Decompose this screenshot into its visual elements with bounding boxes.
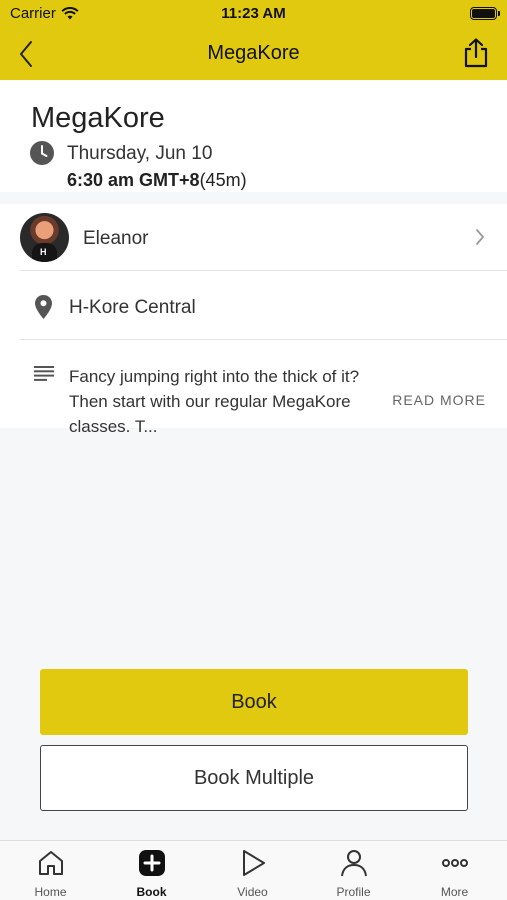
class-date: Thursday, Jun 10 bbox=[67, 143, 213, 164]
tab-bar: Home Book Video Profile More bbox=[0, 840, 507, 900]
person-icon bbox=[340, 850, 367, 877]
tab-label: Video bbox=[237, 885, 268, 899]
navigation-bar: MegaKore bbox=[0, 28, 507, 80]
tab-home[interactable]: Home bbox=[0, 841, 101, 900]
nav-title: MegaKore bbox=[207, 42, 300, 64]
description-icon bbox=[34, 366, 54, 381]
tab-label: Home bbox=[34, 885, 67, 899]
class-description: Fancy jumping right into the thick of it… bbox=[69, 367, 360, 436]
class-start-time: 6:30 am GMT+8 bbox=[67, 170, 200, 190]
tab-profile[interactable]: Profile bbox=[303, 841, 404, 900]
class-duration: (45m) bbox=[199, 170, 247, 190]
class-header: MegaKore Thursday, Jun 10 6:30 am GMT+8(… bbox=[0, 80, 507, 192]
share-button[interactable] bbox=[457, 34, 495, 72]
location-name: H-Kore Central bbox=[69, 297, 196, 318]
chevron-right-icon bbox=[476, 229, 485, 245]
book-button[interactable]: Book bbox=[40, 669, 468, 735]
status-bar: Carrier 11:23 AM bbox=[0, 0, 507, 28]
instructor-row[interactable]: H Eleanor bbox=[0, 204, 507, 270]
book-multiple-button[interactable]: Book Multiple bbox=[40, 745, 468, 811]
play-icon bbox=[242, 850, 265, 876]
share-icon bbox=[464, 38, 488, 68]
class-time: 6:30 am GMT+8(45m) bbox=[67, 170, 247, 191]
tab-label: More bbox=[440, 885, 469, 899]
plus-square-icon bbox=[138, 850, 165, 876]
tab-more[interactable]: More bbox=[404, 841, 505, 900]
tab-label: Book bbox=[136, 885, 167, 899]
avatar: H bbox=[20, 213, 69, 262]
tab-video[interactable]: Video bbox=[202, 841, 303, 900]
class-details: H Eleanor H-Kore Central Fancy jumping r… bbox=[0, 204, 507, 436]
location-pin-icon bbox=[35, 295, 52, 319]
location-row: H-Kore Central bbox=[0, 271, 507, 339]
tab-label: Profile bbox=[336, 885, 371, 899]
read-more-link[interactable]: READ MORE bbox=[392, 392, 486, 408]
battery-icon bbox=[470, 7, 500, 20]
status-time: 11:23 AM bbox=[221, 5, 286, 22]
tab-book[interactable]: Book bbox=[101, 841, 202, 900]
clock-icon bbox=[30, 141, 54, 165]
divider bbox=[20, 339, 507, 340]
instructor-name: Eleanor bbox=[83, 228, 149, 249]
class-title: MegaKore bbox=[31, 102, 165, 134]
more-dots-icon bbox=[441, 859, 468, 867]
avatar-logo: H bbox=[40, 247, 47, 257]
home-icon bbox=[38, 851, 63, 875]
